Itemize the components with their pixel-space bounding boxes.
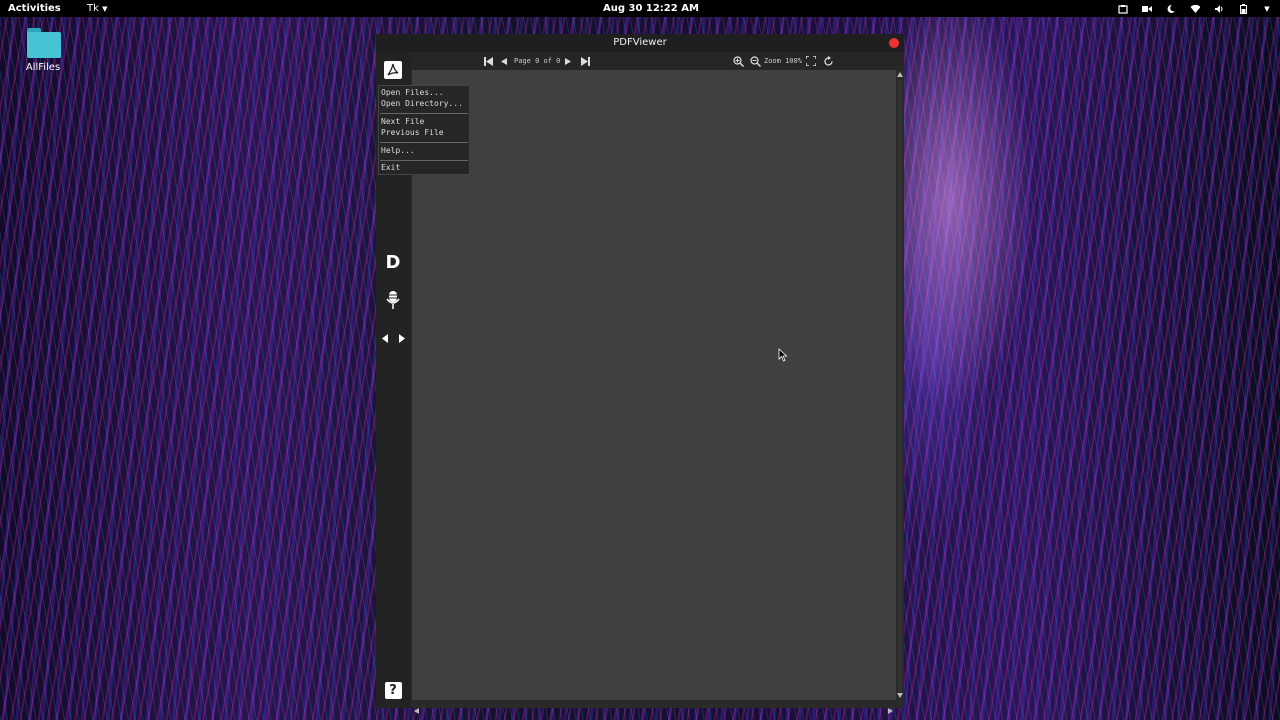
desktop-icon-label: AllFiles <box>25 62 61 73</box>
menu-item-previous-file[interactable]: Previous File <box>381 128 444 138</box>
menu-separator <box>380 113 468 114</box>
clock[interactable]: Aug 30 12:22 AM <box>603 2 699 15</box>
battery-icon[interactable] <box>1238 3 1248 14</box>
zoom-level: Zoom 100% <box>764 57 802 65</box>
mouse-cursor-icon <box>778 348 788 362</box>
wifi-icon[interactable] <box>1190 4 1200 14</box>
volume-icon[interactable] <box>1214 4 1224 14</box>
caret-right-icon[interactable] <box>396 327 408 349</box>
menu-item-help[interactable]: Help... <box>381 146 415 156</box>
horizontal-scrollbar[interactable] <box>412 700 896 714</box>
close-button[interactable] <box>889 38 899 48</box>
desktop-icon-allfiles[interactable]: AllFiles <box>22 26 64 73</box>
night-light-icon[interactable] <box>1166 4 1176 14</box>
scroll-arrows-icon <box>897 72 903 698</box>
clipboard-icon[interactable] <box>1118 4 1128 14</box>
camera-icon[interactable] <box>1142 4 1152 14</box>
menu-separator <box>380 142 468 143</box>
first-page-icon[interactable] <box>483 55 493 67</box>
help-label: ? <box>384 681 402 699</box>
menu-item-next-file[interactable]: Next File <box>381 117 424 127</box>
file-menu: Open Files... Open Directory... Next Fil… <box>378 85 470 175</box>
microphone-icon[interactable] <box>382 289 404 311</box>
zoom-in-icon[interactable] <box>732 55 744 67</box>
document-canvas[interactable] <box>412 70 896 700</box>
d-button[interactable]: D <box>382 251 404 273</box>
folder-icon <box>25 26 61 58</box>
window-title: PDFViewer <box>613 37 667 48</box>
pdf-logo-icon[interactable] <box>382 59 404 81</box>
system-tray[interactable]: ▼ <box>1118 2 1272 15</box>
app-menu-button[interactable]: Tk ▼ <box>87 2 107 16</box>
vertical-scrollbar[interactable] <box>896 70 904 700</box>
menu-item-exit[interactable]: Exit <box>381 163 400 173</box>
help-icon[interactable]: ? <box>382 679 404 701</box>
page-indicator: Page 0 of 0 <box>514 57 561 65</box>
rotate-icon[interactable] <box>822 55 834 67</box>
top-bar: Activities Tk ▼ Aug 30 12:22 AM ▼ <box>0 0 1280 17</box>
scroll-arrows-icon <box>414 708 893 714</box>
chevron-down-icon[interactable]: ▼ <box>1262 4 1272 14</box>
chevron-down-icon: ▼ <box>102 5 108 13</box>
window-titlebar[interactable]: PDFViewer <box>376 34 904 52</box>
toolbar: Page 0 of 0 Zoom 100% <box>376 52 904 70</box>
next-page-icon[interactable] <box>564 55 572 67</box>
menu-item-open-files[interactable]: Open Files... <box>381 88 444 98</box>
last-page-icon[interactable] <box>580 55 590 67</box>
zoom-out-icon[interactable] <box>749 55 761 67</box>
menu-item-open-directory[interactable]: Open Directory... <box>381 99 463 109</box>
activities-button[interactable]: Activities <box>8 2 61 15</box>
previous-page-icon[interactable] <box>500 55 508 67</box>
fit-page-icon[interactable] <box>805 55 817 67</box>
app-menu-label: Tk <box>87 3 99 14</box>
caret-left-icon[interactable] <box>379 327 391 349</box>
menu-separator <box>380 160 468 161</box>
